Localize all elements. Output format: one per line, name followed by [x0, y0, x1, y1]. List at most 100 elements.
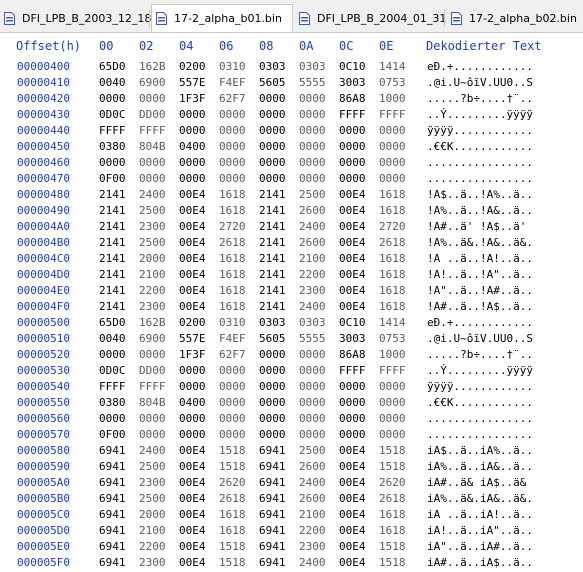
hex-cell[interactable]: 1618: [219, 524, 246, 537]
hex-row[interactable]: 000005F0 6941 2300 00E4 1518 6941 2400 00E4 1518…: [0, 554, 583, 570]
decoded-text-cell[interactable]: !A#..ä' !A$..ä': [427, 220, 533, 233]
hex-cell[interactable]: 6941: [99, 508, 126, 521]
hex-cell[interactable]: 5555: [299, 332, 326, 345]
hex-row[interactable]: 000005A0 6941 2300 00E4 2620 6941 2400 00E4 2620…: [0, 474, 583, 490]
hex-cell[interactable]: 2141: [259, 220, 286, 233]
hex-cell[interactable]: 1618: [379, 268, 406, 281]
hex-cell[interactable]: 2400: [299, 556, 326, 569]
hex-cell[interactable]: 2400: [139, 188, 166, 201]
hex-cell[interactable]: 0D0C: [99, 364, 126, 377]
hex-row[interactable]: 00000490 2141 2500 00E4 1618 2141 2600 00E4 1618…: [0, 202, 583, 218]
hex-cell[interactable]: 0200: [179, 60, 206, 73]
hex-cell[interactable]: 6941: [99, 460, 126, 473]
decoded-text-cell[interactable]: .@i.U~ôïV.UU0..S: [427, 332, 533, 345]
hex-cell[interactable]: 0C10: [339, 60, 366, 73]
hex-cell[interactable]: 1518: [379, 556, 406, 569]
hex-cell[interactable]: 6941: [259, 476, 286, 489]
hex-cell[interactable]: 0000: [99, 92, 126, 105]
hex-cell[interactable]: 6941: [259, 508, 286, 521]
hex-cell[interactable]: 0000: [379, 428, 406, 441]
decoded-text-cell[interactable]: .....?b÷....†¨..: [427, 348, 533, 361]
hex-cell[interactable]: 00E4: [179, 204, 206, 217]
hex-cell[interactable]: 00E4: [179, 444, 206, 457]
hex-cell[interactable]: 1618: [219, 204, 246, 217]
hex-cell[interactable]: 00E4: [339, 460, 366, 473]
hex-cell[interactable]: 804B: [139, 396, 166, 409]
hex-cell[interactable]: 1618: [379, 252, 406, 265]
hex-cell[interactable]: 0000: [299, 108, 326, 121]
hex-cell[interactable]: 00E4: [179, 188, 206, 201]
hex-cell[interactable]: 2200: [299, 524, 326, 537]
hex-cell[interactable]: 2400: [299, 300, 326, 313]
hex-row[interactable]: 00000550 0380 804B 0400 0000 0000 0000 0000 0000…: [0, 394, 583, 410]
decoded-text-cell[interactable]: ................: [427, 156, 533, 169]
hex-cell[interactable]: 0000: [99, 156, 126, 169]
hex-cell[interactable]: 162B: [139, 60, 166, 73]
hex-cell[interactable]: 0000: [259, 140, 286, 153]
hex-row[interactable]: 00000500 65D0 162B 0200 0310 0303 0303 0C10 1414…: [0, 314, 583, 330]
hex-cell[interactable]: 0000: [299, 396, 326, 409]
hex-cell[interactable]: 2200: [139, 540, 166, 553]
hex-cell[interactable]: 00E4: [339, 492, 366, 505]
hex-cell[interactable]: 1000: [379, 92, 406, 105]
hex-cell[interactable]: 0000: [139, 92, 166, 105]
hex-cell[interactable]: 2600: [299, 204, 326, 217]
hex-row[interactable]: 000004A0 2141 2300 00E4 2720 2141 2400 00E4 2720…: [0, 218, 583, 234]
hex-cell[interactable]: 00E4: [339, 220, 366, 233]
hex-cell[interactable]: 00E4: [179, 460, 206, 473]
hex-cell[interactable]: FFFF: [379, 364, 406, 377]
hex-cell[interactable]: 2300: [299, 284, 326, 297]
hex-cell[interactable]: 0F00: [99, 172, 126, 185]
decoded-text-cell[interactable]: !A ..ä..!A!..ä..: [427, 252, 533, 265]
hex-cell[interactable]: 2620: [379, 476, 406, 489]
hex-row[interactable]: 00000460 0000 0000 0000 0000 0000 0000 0000 0000…: [0, 154, 583, 170]
hex-cell[interactable]: 6941: [259, 556, 286, 569]
hex-cell[interactable]: 3003: [339, 332, 366, 345]
hex-cell[interactable]: 2100: [299, 508, 326, 521]
hex-cell[interactable]: 2500: [139, 492, 166, 505]
hex-cell[interactable]: 0380: [99, 396, 126, 409]
hex-row[interactable]: 000005E0 6941 2200 00E4 1518 6941 2300 00E4 1518…: [0, 538, 583, 554]
hex-cell[interactable]: 0000: [299, 348, 326, 361]
hex-cell[interactable]: 00E4: [179, 508, 206, 521]
hex-cell[interactable]: 0000: [299, 156, 326, 169]
hex-cell[interactable]: 0000: [139, 428, 166, 441]
hex-cell[interactable]: 0000: [379, 172, 406, 185]
hex-cell[interactable]: 2500: [139, 204, 166, 217]
hex-cell[interactable]: 2141: [99, 252, 126, 265]
hex-cell[interactable]: 0000: [339, 140, 366, 153]
hex-cell[interactable]: 0303: [259, 60, 286, 73]
hex-cell[interactable]: 86A8: [339, 92, 366, 105]
hex-cell[interactable]: 00E4: [179, 476, 206, 489]
decoded-text-cell[interactable]: iA#..ä& iA$..ä&: [427, 476, 533, 489]
tab-dfi-lpb-b-2003-12-18[interactable]: DFI_LPB_B_2003_12_18: [0, 6, 151, 30]
hex-cell[interactable]: 1618: [219, 508, 246, 521]
hex-cell[interactable]: 0000: [299, 92, 326, 105]
hex-cell[interactable]: 00E4: [179, 236, 206, 249]
hex-cell[interactable]: 0000: [259, 156, 286, 169]
hex-cell[interactable]: 2400: [299, 220, 326, 233]
hex-cell[interactable]: 0000: [179, 412, 206, 425]
decoded-text-cell[interactable]: ..Ý.........ÿÿÿÿ: [427, 108, 533, 121]
hex-cell[interactable]: DD00: [139, 364, 166, 377]
hex-cell[interactable]: 0000: [139, 172, 166, 185]
hex-row[interactable]: 00000410 0040 6900 557E F4EF 5605 5555 3003 0753…: [0, 74, 583, 90]
hex-row[interactable]: 00000450 0380 804B 0400 0000 0000 0000 0000 0000…: [0, 138, 583, 154]
hex-cell[interactable]: 0000: [299, 364, 326, 377]
hex-row[interactable]: 000005D0 6941 2100 00E4 1618 6941 2200 00E4 1618…: [0, 522, 583, 538]
hex-cell[interactable]: 5605: [259, 76, 286, 89]
hex-cell[interactable]: 1618: [219, 268, 246, 281]
hex-cell[interactable]: 2141: [259, 284, 286, 297]
hex-row[interactable]: 00000560 0000 0000 0000 0000 0000 0000 0000 0000…: [0, 410, 583, 426]
decoded-text-cell[interactable]: !A!..ä..!A"..ä..: [427, 268, 533, 281]
hex-cell[interactable]: 1618: [379, 300, 406, 313]
hex-cell[interactable]: 0000: [259, 124, 286, 137]
hex-cell[interactable]: 2300: [139, 220, 166, 233]
hex-cell[interactable]: 1414: [379, 316, 406, 329]
hex-cell[interactable]: 2618: [219, 492, 246, 505]
hex-cell[interactable]: 2400: [299, 476, 326, 489]
hex-cell[interactable]: 00E4: [339, 444, 366, 457]
hex-cell[interactable]: 0753: [379, 332, 406, 345]
hex-cell[interactable]: 0000: [299, 140, 326, 153]
hex-cell[interactable]: 0000: [179, 156, 206, 169]
